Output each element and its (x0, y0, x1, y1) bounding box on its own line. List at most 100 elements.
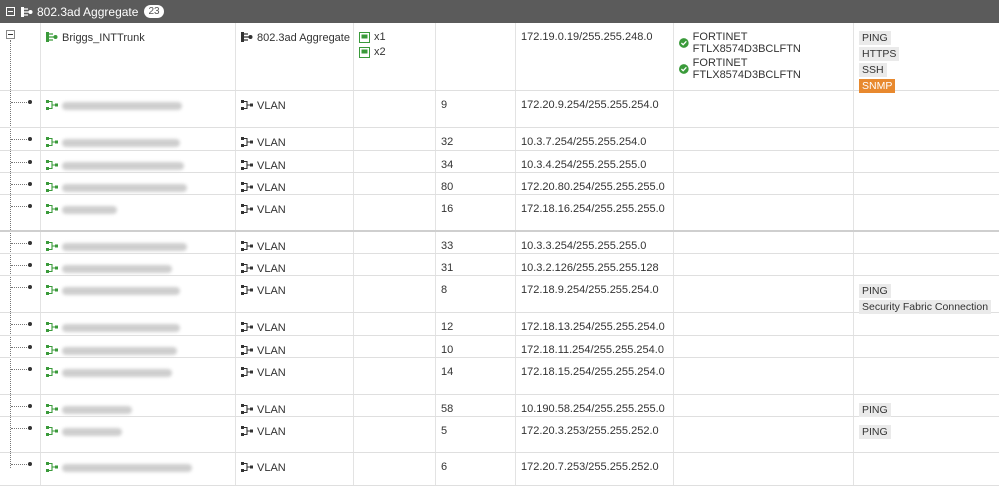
interface-type: VLAN (257, 367, 286, 379)
transceiver-item: FORTINET FTLX8574D3BCLFTN (679, 31, 853, 55)
redacted-name[interactable] (62, 369, 172, 378)
redacted-name[interactable] (62, 139, 180, 148)
table-row[interactable]: VLAN 8 172.18.9.254/255.255.254.0 PING Se… (0, 276, 999, 314)
vlan-icon (241, 462, 257, 474)
vlan-icon (241, 263, 257, 275)
redacted-name[interactable] (62, 347, 177, 356)
redacted-name[interactable] (62, 428, 122, 437)
tree-node (28, 241, 32, 245)
table-row[interactable]: VLAN 14 172.18.15.254/255.255.254.0 (0, 358, 999, 395)
tree-node (28, 263, 32, 267)
tree-branch (11, 102, 29, 103)
tree-branch (11, 324, 29, 325)
vlan-icon (46, 137, 62, 149)
aggregate-icon (21, 6, 33, 17)
vlan-icon (46, 367, 62, 379)
access-tag: PING (859, 284, 891, 298)
redacted-name[interactable] (62, 324, 180, 333)
port-icon (359, 46, 370, 58)
vlan-id: 34 (441, 159, 454, 171)
interface-name[interactable]: Briggs_INTTrunk (62, 32, 145, 44)
ip-netmask: 172.20.9.254/255.255.254.0 (521, 99, 659, 111)
redacted-name[interactable] (62, 406, 132, 415)
ip-netmask: 10.3.4.254/255.255.255.0 (521, 159, 647, 171)
vlan-icon (241, 426, 257, 438)
tree-branch (11, 369, 29, 370)
group-title: 802.3ad Aggregate (37, 4, 139, 19)
ip-netmask: 172.20.3.253/255.255.252.0 (521, 425, 659, 437)
vlan-icon (46, 263, 62, 275)
check-circle-icon (679, 38, 689, 48)
vlan-id: 14 (441, 366, 454, 378)
table-row[interactable]: VLAN 12 172.18.13.254/255.255.254.0 (0, 313, 999, 336)
vlan-id: 58 (441, 403, 454, 415)
transceiver-item: FORTINET FTLX8574D3BCLFTN (679, 57, 853, 81)
table-row[interactable]: VLAN 58 10.190.58.254/255.255.255.0 PING (0, 395, 999, 417)
tree-node (28, 462, 32, 466)
ip-netmask: 172.18.9.254/255.255.254.0 (521, 284, 659, 296)
table-row-trunk[interactable]: Briggs_INTTrunk 802.3ad Aggregate x1 x2 … (0, 23, 999, 93)
redacted-name[interactable] (62, 184, 187, 193)
access-tag: PING (859, 403, 891, 417)
vlan-icon (46, 100, 62, 112)
ip-netmask: 172.20.80.254/255.255.255.0 (521, 181, 665, 193)
vlan-icon (46, 426, 62, 438)
table-row[interactable]: VLAN 10 172.18.11.254/255.255.254.0 (0, 336, 999, 358)
group-header[interactable]: 802.3ad Aggregate 23 (0, 0, 999, 23)
vlan-icon (46, 404, 62, 416)
ip-netmask: 172.18.11.254/255.255.254.0 (521, 344, 664, 356)
redacted-name[interactable] (62, 206, 117, 215)
ip-netmask: 172.20.7.253/255.255.252.0 (521, 461, 659, 473)
table-row[interactable]: VLAN 80 172.20.80.254/255.255.255.0 (0, 173, 999, 195)
vlan-icon (46, 241, 62, 253)
collapse-row-icon[interactable] (6, 30, 15, 39)
vlan-icon (241, 285, 257, 297)
collapse-icon[interactable] (6, 7, 15, 16)
table-row[interactable]: VLAN 33 10.3.3.254/255.255.255.0 (0, 232, 999, 254)
vlan-icon (241, 367, 257, 379)
tree-node (28, 100, 32, 104)
table-row[interactable]: VLAN 34 10.3.4.254/255.255.255.0 (0, 151, 999, 173)
vlan-id: 10 (441, 344, 454, 356)
tree-branch (11, 287, 29, 288)
table-row[interactable]: VLAN 31 10.3.2.126/255.255.255.128 (0, 254, 999, 276)
vlan-icon (241, 322, 257, 334)
interface-type: 802.3ad Aggregate (257, 32, 350, 44)
tree-node (28, 137, 32, 141)
table-row[interactable]: VLAN 6 172.20.7.253/255.255.252.0 (0, 453, 999, 486)
redacted-name[interactable] (62, 287, 180, 296)
vlan-icon (241, 404, 257, 416)
table-row[interactable]: VLAN 16 172.18.16.254/255.255.255.0 (0, 195, 999, 232)
table-row[interactable]: VLAN 9 172.20.9.254/255.255.254.0 (0, 91, 999, 128)
tree-node (28, 204, 32, 208)
aggregate-icon (46, 32, 58, 42)
redacted-name[interactable] (62, 265, 172, 274)
tree-node (28, 426, 32, 430)
interface-type: VLAN (257, 426, 286, 438)
vlan-icon (46, 182, 62, 194)
ip-netmask: 172.18.13.254/255.255.254.0 (521, 321, 665, 333)
ip-netmask: 10.190.58.254/255.255.255.0 (521, 403, 665, 415)
ip-netmask: 10.3.3.254/255.255.255.0 (521, 240, 647, 252)
vlan-id: 8 (441, 284, 448, 296)
redacted-name[interactable] (62, 464, 192, 473)
tree-branch (11, 243, 29, 244)
interface-type: VLAN (257, 462, 286, 474)
vlan-id: 33 (441, 240, 454, 252)
table-row[interactable]: VLAN 32 10.3.7.254/255.255.254.0 (0, 128, 999, 151)
vlan-icon (241, 160, 257, 172)
tree-branch (11, 265, 29, 266)
tree-node (28, 367, 32, 371)
interface-type: VLAN (257, 322, 286, 334)
interface-type: VLAN (257, 345, 286, 357)
redacted-name[interactable] (62, 102, 182, 111)
vlan-id: 32 (441, 136, 454, 148)
redacted-name[interactable] (62, 243, 187, 252)
tree-node (28, 285, 32, 289)
vlan-icon (241, 182, 257, 194)
table-row[interactable]: VLAN 5 172.20.3.253/255.255.252.0 PING (0, 417, 999, 453)
tree-node (28, 322, 32, 326)
member-item: x1 (359, 31, 435, 43)
interface-type: VLAN (257, 137, 286, 149)
redacted-name[interactable] (62, 162, 184, 171)
